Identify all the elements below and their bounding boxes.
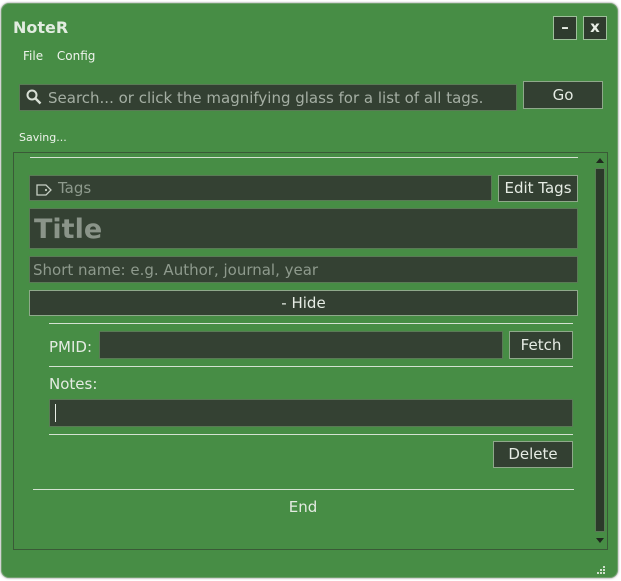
divider: [49, 323, 573, 324]
divider: [49, 366, 573, 367]
end-label: End: [288, 498, 318, 516]
notes-textarea[interactable]: [49, 399, 573, 427]
fetch-button[interactable]: Fetch: [509, 331, 573, 359]
menu-config[interactable]: Config: [57, 49, 96, 63]
search-input[interactable]: Search... or click the magnifying glass …: [19, 84, 517, 111]
scroll-down-arrow-icon[interactable]: [596, 538, 604, 543]
tag-icon: [36, 181, 52, 200]
window-title: NoteR: [13, 18, 69, 37]
text-cursor: [55, 404, 56, 422]
edit-tags-button[interactable]: Edit Tags: [498, 175, 578, 202]
divider: [33, 489, 574, 490]
vertical-scrollbar[interactable]: [594, 154, 607, 548]
divider: [49, 434, 573, 435]
resize-grip-icon[interactable]: [596, 560, 606, 574]
title-placeholder: Title: [34, 214, 103, 245]
menu-file[interactable]: File: [23, 49, 43, 63]
short-name-field[interactable]: Short name: e.g. Author, journal, year: [29, 256, 578, 283]
delete-button[interactable]: Delete: [493, 441, 573, 468]
search-placeholder: Search... or click the magnifying glass …: [48, 89, 484, 107]
short-name-placeholder: Short name: e.g. Author, journal, year: [33, 261, 319, 279]
tags-field[interactable]: Tags: [29, 175, 492, 201]
minimize-button[interactable]: –: [553, 16, 577, 40]
go-button[interactable]: Go: [523, 81, 603, 109]
title-field[interactable]: Title: [29, 208, 578, 249]
scroll-up-arrow-icon[interactable]: [596, 158, 604, 163]
divider: [30, 157, 578, 158]
search-icon[interactable]: [26, 89, 42, 109]
scroll-thumb[interactable]: [595, 168, 605, 532]
app-window: NoteR – x File Config Search... or click…: [1, 3, 618, 578]
pmid-label: PMID:: [49, 338, 93, 356]
tags-placeholder: Tags: [58, 179, 92, 197]
close-button[interactable]: x: [583, 16, 607, 40]
menu-bar: File Config: [23, 49, 105, 63]
status-text: Saving...: [19, 131, 67, 144]
pmid-input[interactable]: [99, 331, 503, 359]
notes-label: Notes:: [49, 375, 98, 393]
hide-button[interactable]: - Hide: [29, 290, 578, 316]
